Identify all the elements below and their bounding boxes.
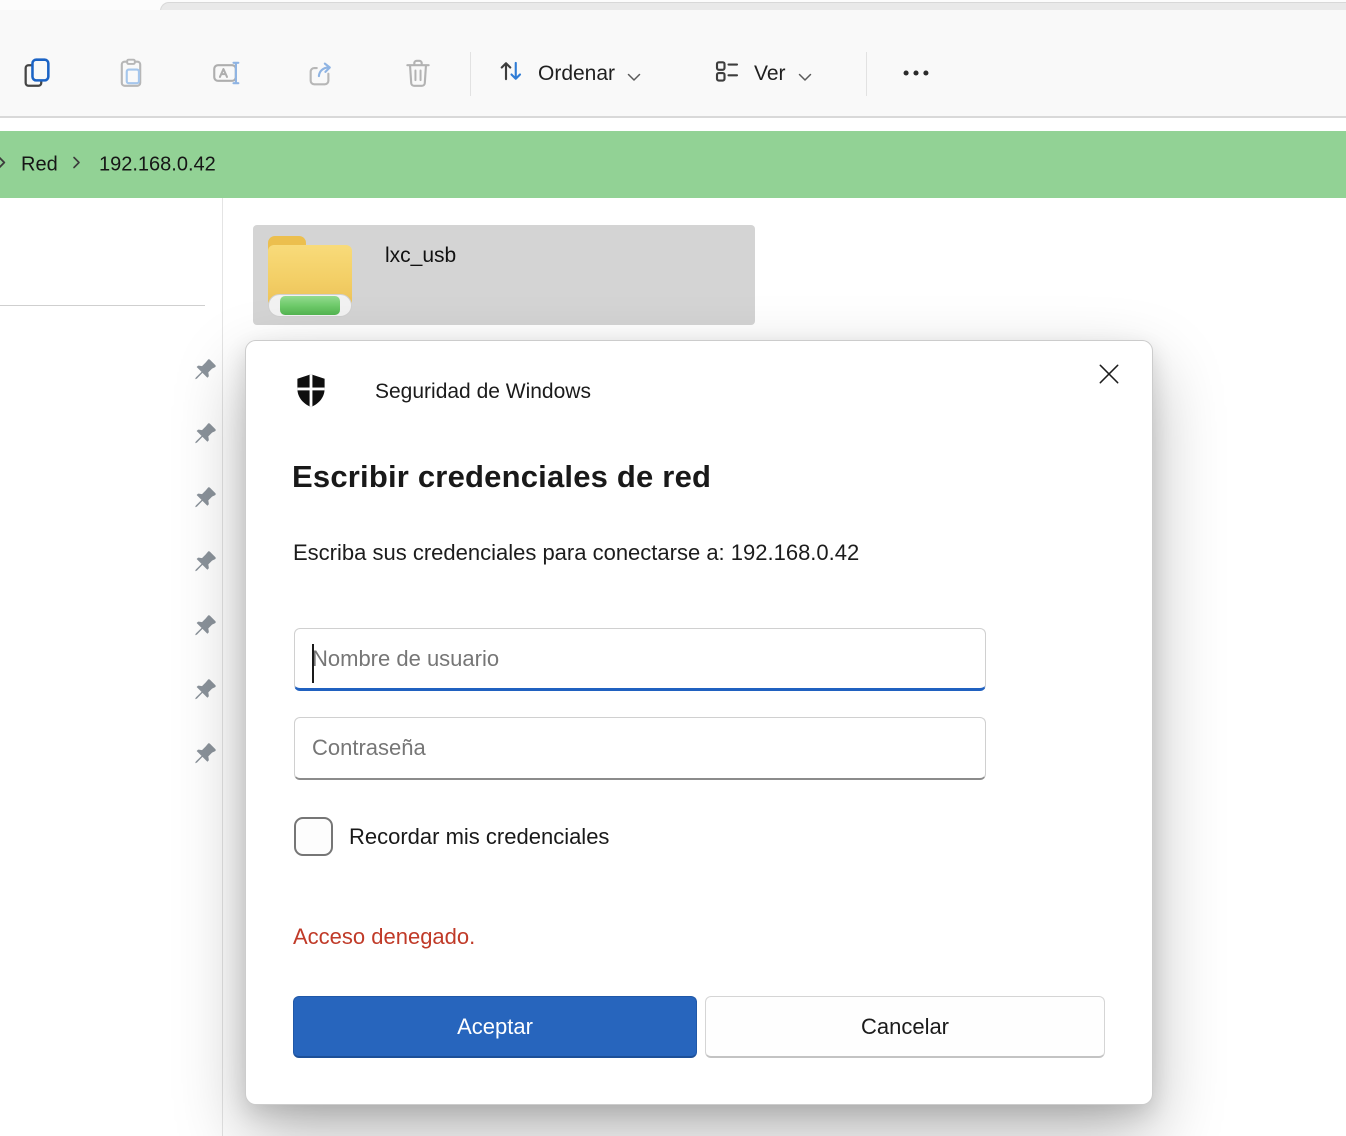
more-options-icon (899, 56, 933, 93)
breadcrumb-item-address[interactable]: 192.168.0.42 (99, 153, 216, 176)
pin-icon[interactable] (190, 677, 218, 705)
view-label: Ver (754, 62, 786, 86)
share-icon (305, 56, 339, 93)
navigation-pane-divider (222, 198, 223, 1136)
close-button[interactable] (1085, 351, 1133, 399)
rename-icon (210, 56, 244, 93)
pin-icon[interactable] (190, 741, 218, 769)
error-message: Acceso denegado. (293, 924, 475, 950)
dialog-subtitle: Escriba sus credenciales para conectarse… (293, 540, 859, 566)
dialog-title: Seguridad de Windows (375, 380, 591, 404)
delete-button[interactable] (392, 48, 444, 100)
paste-button[interactable] (105, 48, 157, 100)
pin-icon[interactable] (190, 357, 218, 385)
sort-label: Ordenar (538, 62, 615, 86)
dialog-heading: Escribir credenciales de red (292, 459, 711, 495)
breadcrumb-item-red[interactable]: Red (21, 153, 58, 176)
view-icon (712, 56, 742, 92)
pin-icon[interactable] (190, 613, 218, 641)
rename-button[interactable] (201, 48, 253, 100)
delete-icon (401, 56, 435, 93)
breadcrumb-chevron-icon (0, 154, 9, 175)
cancel-button[interactable]: Cancelar (705, 996, 1105, 1058)
remember-credentials-checkbox[interactable] (294, 817, 333, 856)
file-name-label: lxc_usb (385, 244, 456, 268)
toolbar-divider (470, 52, 471, 96)
toolbar-divider (866, 52, 867, 96)
pin-icon[interactable] (190, 485, 218, 513)
windows-security-dialog: Seguridad de Windows Escribir credencial… (245, 340, 1153, 1105)
address-bar[interactable]: Red 192.168.0.42 (0, 131, 1346, 198)
username-field[interactable] (294, 628, 986, 691)
chevron-down-icon (798, 64, 812, 88)
accept-button[interactable]: Aceptar (293, 996, 697, 1058)
sort-button[interactable]: Ordenar (496, 46, 641, 102)
view-button[interactable]: Ver (712, 46, 812, 102)
content-area: lxc_usb Seguridad de Windows (0, 198, 1346, 1136)
share-button[interactable] (296, 48, 348, 100)
navigation-pane-separator (0, 305, 205, 306)
file-explorer-window: Ordenar Ver (0, 0, 1346, 1136)
windows-shield-icon (294, 373, 328, 410)
pin-icon[interactable] (190, 549, 218, 577)
pin-icon[interactable] (190, 421, 218, 449)
breadcrumb-chevron-icon (71, 155, 83, 174)
tab-strip (0, 0, 1346, 10)
remember-credentials-label: Recordar mis credenciales (349, 824, 609, 850)
chevron-down-icon (627, 64, 641, 88)
more-options-button[interactable] (890, 48, 942, 100)
copy-icon (20, 56, 54, 93)
sort-icon (496, 56, 526, 92)
password-field[interactable] (294, 717, 986, 780)
command-toolbar: Ordenar Ver (0, 10, 1346, 118)
file-item-lxc-usb[interactable]: lxc_usb (253, 225, 755, 325)
folder-icon (268, 236, 352, 318)
paste-icon (114, 56, 148, 93)
close-icon (1096, 361, 1122, 390)
copy-button[interactable] (11, 48, 63, 100)
